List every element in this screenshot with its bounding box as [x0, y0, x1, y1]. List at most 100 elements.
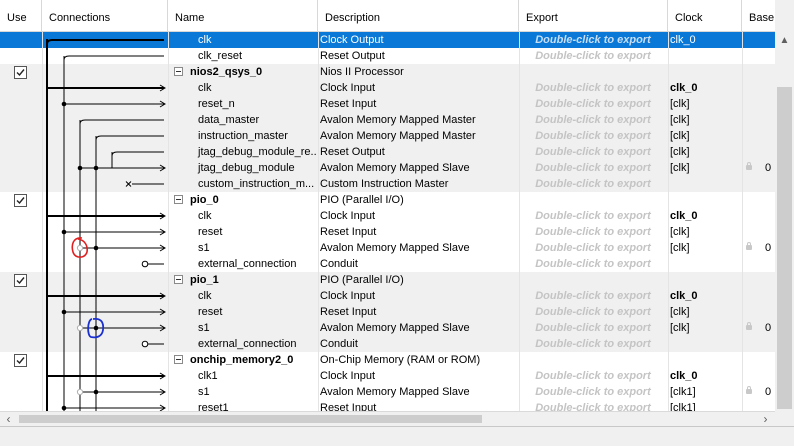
reset-output-wire: [63, 55, 164, 61]
export-cell[interactable]: Double-click to export: [520, 304, 666, 320]
base-address-cell[interactable]: 0: [743, 320, 775, 336]
export-cell[interactable]: Double-click to export: [520, 160, 666, 176]
clock-cell[interactable]: [clk]: [669, 304, 742, 320]
clock-cell[interactable]: clk_0: [669, 288, 742, 304]
clock-cell[interactable]: [clk1]: [669, 400, 742, 411]
base-address-cell[interactable]: 0: [743, 384, 775, 400]
export-cell[interactable]: Double-click to export: [520, 336, 666, 352]
export-cell[interactable]: Double-click to export: [520, 208, 666, 224]
clock-cell[interactable]: clk_0: [669, 80, 742, 96]
connection-dot[interactable]: [93, 245, 99, 251]
export-cell[interactable]: Double-click to export: [520, 288, 666, 304]
interface-name[interactable]: clk: [170, 288, 316, 304]
open-connection-dot[interactable]: [76, 244, 84, 252]
interface-name[interactable]: custom_instruction_m...: [170, 176, 316, 192]
conduit-endpoint-dot[interactable]: [141, 260, 149, 268]
export-cell[interactable]: Double-click to export: [520, 400, 666, 411]
scroll-up-arrow-icon[interactable]: ▲: [775, 32, 794, 49]
open-connection-dot[interactable]: [76, 388, 84, 396]
export-cell[interactable]: Double-click to export: [520, 256, 666, 272]
connections-graph[interactable]: [42, 32, 168, 411]
export-cell[interactable]: Double-click to export: [520, 384, 666, 400]
interface-name[interactable]: jtag_debug_module_re...: [170, 144, 316, 160]
use-checkbox[interactable]: [14, 66, 27, 79]
interface-name[interactable]: clk: [170, 32, 316, 48]
clock-cell[interactable]: [clk]: [669, 128, 742, 144]
connection-dot[interactable]: [61, 229, 67, 235]
column-header-clock[interactable]: Clock: [668, 0, 742, 32]
column-header-connections[interactable]: Connections: [42, 0, 168, 32]
base-address-cell[interactable]: 0: [743, 240, 775, 256]
use-checkbox[interactable]: [14, 274, 27, 287]
clock-cell[interactable]: [clk]: [669, 240, 742, 256]
export-cell[interactable]: Double-click to export: [520, 240, 666, 256]
column-header-description[interactable]: Description: [318, 0, 519, 32]
export-cell[interactable]: Double-click to export: [520, 48, 666, 64]
interface-name[interactable]: s1: [170, 240, 316, 256]
interface-name[interactable]: s1: [170, 320, 316, 336]
clock-cell[interactable]: [clk1]: [669, 384, 742, 400]
interface-name[interactable]: external_connection: [170, 256, 316, 272]
interface-name[interactable]: instruction_master: [170, 128, 316, 144]
export-cell[interactable]: Double-click to export: [520, 32, 666, 48]
clock-cell[interactable]: [clk]: [669, 320, 742, 336]
connection-dot[interactable]: [93, 165, 99, 171]
export-cell[interactable]: Double-click to export: [520, 320, 666, 336]
export-cell[interactable]: Double-click to export: [520, 112, 666, 128]
component-name[interactable]: pio_0: [170, 192, 316, 208]
clock-cell[interactable]: [clk]: [669, 96, 742, 112]
interface-name[interactable]: jtag_debug_module: [170, 160, 316, 176]
conduit-endpoint-dot[interactable]: [141, 340, 149, 348]
export-cell[interactable]: Double-click to export: [520, 368, 666, 384]
interface-name[interactable]: clk: [170, 80, 316, 96]
column-header-base[interactable]: Base: [742, 0, 775, 32]
export-cell[interactable]: Double-click to export: [520, 80, 666, 96]
scroll-left-arrow-icon[interactable]: ‹: [0, 412, 17, 427]
clock-cell[interactable]: [clk]: [669, 144, 742, 160]
connection-dot[interactable]: [61, 101, 67, 107]
horizontal-scrollbar[interactable]: ‹ ›: [0, 411, 794, 426]
base-address-cell[interactable]: 0: [743, 160, 775, 176]
column-header-name[interactable]: Name: [168, 0, 318, 32]
interface-name[interactable]: external_connection: [170, 336, 316, 352]
export-cell[interactable]: Double-click to export: [520, 224, 666, 240]
horizontal-scroll-thumb[interactable]: [19, 415, 482, 423]
connection-dot[interactable]: [77, 165, 83, 171]
export-cell[interactable]: Double-click to export: [520, 144, 666, 160]
component-name[interactable]: nios2_qsys_0: [170, 64, 316, 80]
interface-name[interactable]: s1: [170, 384, 316, 400]
vertical-scroll-thumb[interactable]: [777, 87, 792, 409]
connection-dot[interactable]: [61, 309, 67, 315]
clock-cell[interactable]: [clk]: [669, 224, 742, 240]
scroll-right-arrow-icon[interactable]: ›: [757, 412, 774, 427]
interface-name[interactable]: reset1: [170, 400, 316, 411]
clock-cell[interactable]: clk_0: [669, 208, 742, 224]
column-divider: [168, 32, 169, 411]
checkmark-icon: [16, 277, 25, 285]
clock-cell[interactable]: [clk]: [669, 160, 742, 176]
connection-dot[interactable]: [93, 325, 99, 331]
interface-name[interactable]: clk1: [170, 368, 316, 384]
export-cell[interactable]: Double-click to export: [520, 176, 666, 192]
interface-name[interactable]: reset: [170, 224, 316, 240]
clock-cell[interactable]: clk_0: [669, 32, 742, 48]
open-connection-dot[interactable]: [76, 324, 84, 332]
use-checkbox[interactable]: [14, 354, 27, 367]
connection-dot[interactable]: [61, 405, 67, 411]
interface-name[interactable]: reset: [170, 304, 316, 320]
clock-cell[interactable]: [clk]: [669, 112, 742, 128]
export-cell[interactable]: Double-click to export: [520, 96, 666, 112]
export-cell[interactable]: Double-click to export: [520, 128, 666, 144]
use-checkbox[interactable]: [14, 194, 27, 207]
column-header-use[interactable]: Use: [0, 0, 42, 32]
interface-name[interactable]: clk_reset: [170, 48, 316, 64]
vertical-scrollbar[interactable]: ▲: [775, 32, 794, 411]
connection-dot[interactable]: [93, 389, 99, 395]
column-header-export[interactable]: Export: [519, 0, 668, 32]
interface-name[interactable]: reset_n: [170, 96, 316, 112]
component-name[interactable]: onchip_memory2_0: [170, 352, 316, 368]
interface-name[interactable]: data_master: [170, 112, 316, 128]
component-name[interactable]: pio_1: [170, 272, 316, 288]
interface-name[interactable]: clk: [170, 208, 316, 224]
clock-cell[interactable]: clk_0: [669, 368, 742, 384]
